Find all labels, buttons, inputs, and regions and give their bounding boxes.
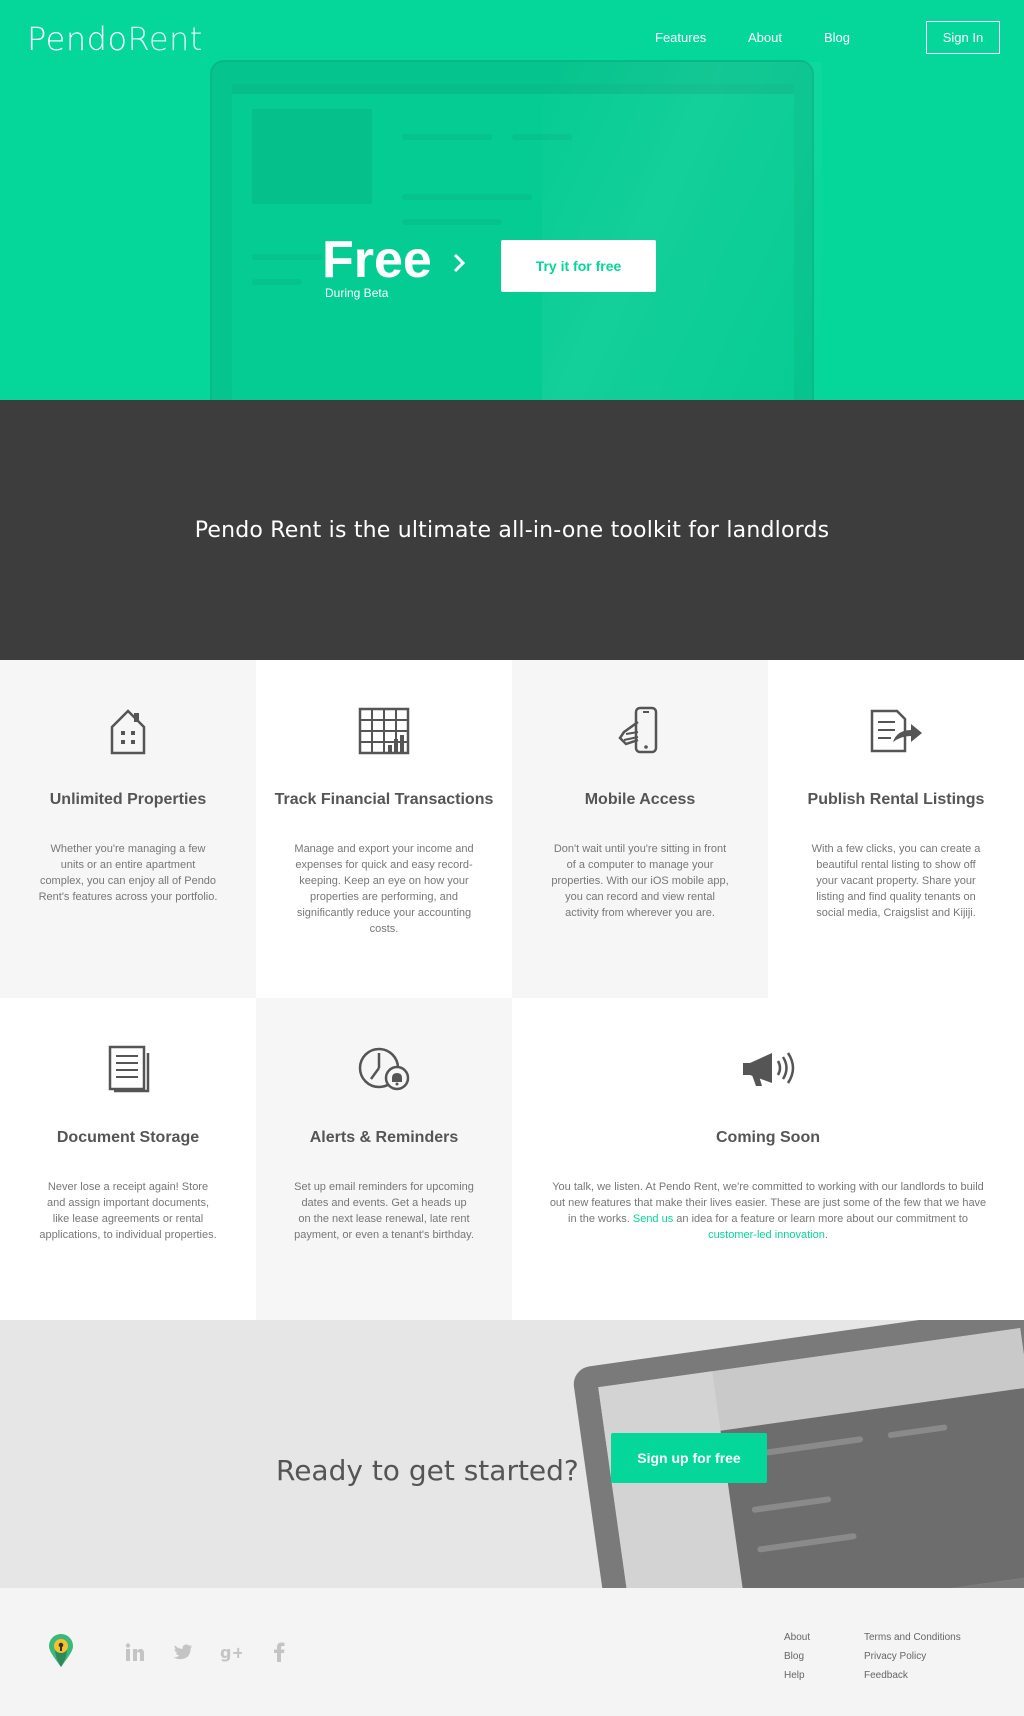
logo[interactable]: PendoRent xyxy=(27,20,203,58)
feature-description: You talk, we listen. At Pendo Rent, we'r… xyxy=(548,1179,988,1243)
tagline-section: Pendo Rent is the ultimate all-in-one to… xyxy=(0,400,1024,660)
clock-bell-icon xyxy=(354,1042,414,1096)
twitter-icon[interactable] xyxy=(171,1640,195,1664)
footer-links-col-2: Terms and Conditions Privacy Policy Feed… xyxy=(864,1628,961,1685)
feature-document-storage: Document Storage Never lose a receipt ag… xyxy=(0,998,256,1320)
feature-alerts-reminders: Alerts & Reminders Set up email reminder… xyxy=(256,998,512,1320)
phone-in-hand-icon xyxy=(610,704,670,758)
footer-link-about[interactable]: About xyxy=(784,1628,810,1647)
sign-in-button[interactable]: Sign In xyxy=(926,21,1000,54)
footer-link-blog[interactable]: Blog xyxy=(784,1647,810,1666)
feature-publish-rental-listings: Publish Rental Listings With a few click… xyxy=(768,660,1024,998)
feature-description: Never lose a receipt again! Store and as… xyxy=(39,1181,217,1241)
try-it-free-button[interactable]: Try it for free xyxy=(501,240,656,292)
nav-link-blog[interactable]: Blog xyxy=(824,30,850,45)
house-icon xyxy=(98,704,158,758)
features-grid: Unlimited Properties Whether you're mana… xyxy=(0,660,1024,1320)
logo-text-bold: Pendo xyxy=(27,20,128,58)
feature-track-financial-transactions: Track Financial Transactions Manage and … xyxy=(256,660,512,998)
svg-text:g+: g+ xyxy=(220,1643,242,1662)
feature-title: Unlimited Properties xyxy=(49,791,207,808)
tagline-text: Pendo Rent is the ultimate all-in-one to… xyxy=(194,517,830,543)
nav-link-features[interactable]: Features xyxy=(655,30,706,45)
customer-led-innovation-link[interactable]: customer-led innovation xyxy=(708,1229,825,1241)
feature-coming-soon: Coming Soon You talk, we listen. At Pend… xyxy=(512,998,1024,1320)
megaphone-icon xyxy=(738,1042,798,1096)
footer: g+ About Blog Help Terms and Conditions … xyxy=(0,1588,1024,1716)
feature-title: Track Financial Transactions xyxy=(274,791,494,808)
feature-description: Manage and export your income and expens… xyxy=(294,843,474,935)
hero-subheadline: During Beta xyxy=(325,286,389,300)
chevron-right-icon xyxy=(453,253,466,273)
nav-link-about[interactable]: About xyxy=(748,30,782,45)
footer-link-help[interactable]: Help xyxy=(784,1666,810,1685)
feature-description: With a few clicks, you can create a beau… xyxy=(811,843,981,919)
feature-mobile-access: Mobile Access Don't wait until you're si… xyxy=(512,660,768,998)
feature-title: Publish Rental Listings xyxy=(807,791,985,808)
description-text: an idea for a feature or learn more abou… xyxy=(673,1213,968,1225)
location-pin-logo-icon[interactable] xyxy=(47,1634,75,1668)
laptop-background-image xyxy=(210,60,822,400)
footer-link-terms[interactable]: Terms and Conditions xyxy=(864,1628,961,1647)
feature-description: Don't wait until you're sitting in front… xyxy=(551,843,729,919)
feature-title: Coming Soon xyxy=(716,1129,820,1146)
facebook-icon[interactable] xyxy=(267,1640,291,1664)
feature-title: Mobile Access xyxy=(584,791,696,808)
footer-link-feedback[interactable]: Feedback xyxy=(864,1666,961,1685)
sign-up-free-button[interactable]: Sign up for free xyxy=(611,1433,767,1483)
send-us-link[interactable]: Send us xyxy=(633,1213,673,1225)
top-navigation: PendoRent Features About Blog Sign In xyxy=(0,0,1024,76)
description-text: . xyxy=(824,1229,828,1241)
linkedin-icon[interactable] xyxy=(123,1640,147,1664)
feature-description: Set up email reminders for upcoming date… xyxy=(294,1181,474,1241)
feature-description: Whether you're managing a few units or a… xyxy=(38,843,218,903)
hero-section: PendoRent Features About Blog Sign In Fr… xyxy=(0,0,1024,400)
logo-text-light: Rent xyxy=(127,20,203,58)
cta-title: Ready to get started? xyxy=(276,1454,579,1487)
feature-unlimited-properties: Unlimited Properties Whether you're mana… xyxy=(0,660,256,998)
documents-icon xyxy=(98,1042,158,1096)
document-share-icon xyxy=(866,704,926,758)
footer-links-col-1: About Blog Help xyxy=(784,1628,810,1685)
footer-link-privacy[interactable]: Privacy Policy xyxy=(864,1647,961,1666)
spreadsheet-icon xyxy=(354,704,414,758)
google-plus-icon[interactable]: g+ xyxy=(219,1640,243,1664)
feature-title: Alerts & Reminders xyxy=(309,1129,459,1146)
feature-title: Document Storage xyxy=(56,1129,200,1146)
hero-headline: Free xyxy=(322,231,432,289)
cta-section: Ready to get started? Sign up for free xyxy=(0,1320,1024,1588)
